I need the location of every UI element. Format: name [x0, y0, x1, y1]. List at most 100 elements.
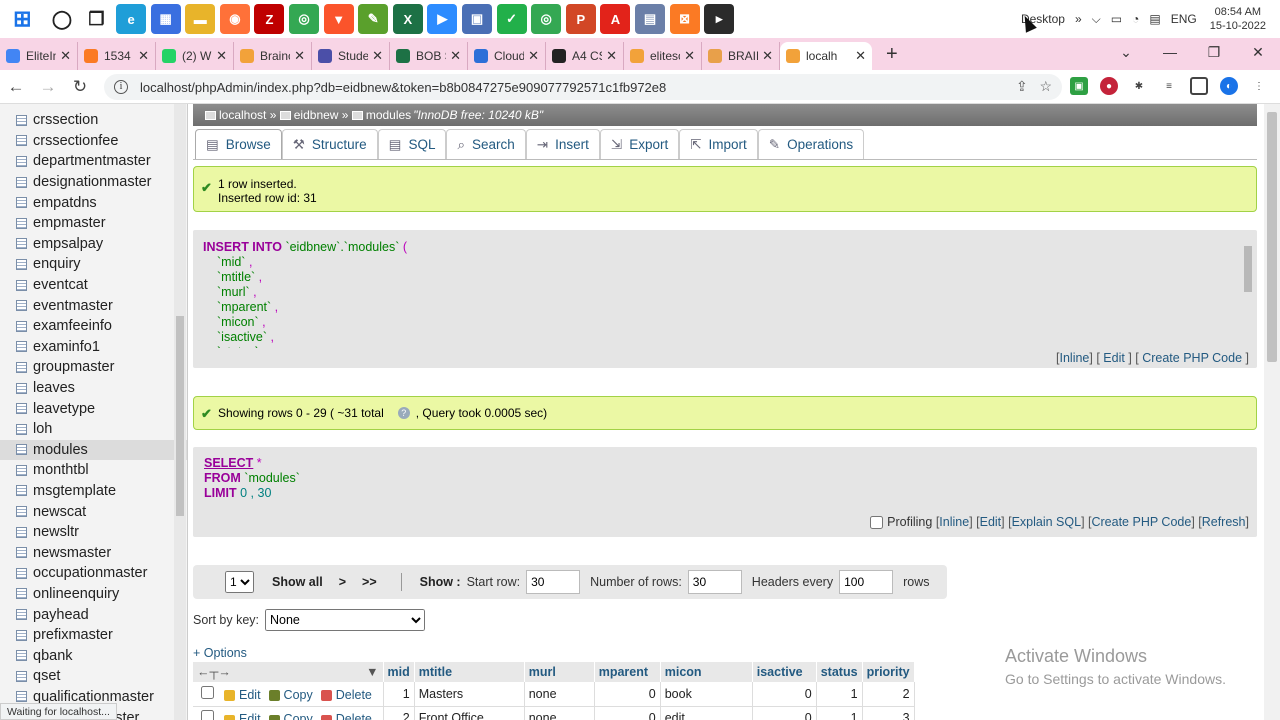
column-header-murl[interactable]: murl	[524, 662, 595, 682]
sidebar-table-item[interactable]: empsalpay	[0, 234, 187, 255]
firefox-icon[interactable]: ◉	[219, 4, 250, 34]
sidebar-table-item[interactable]: groupmaster	[0, 357, 187, 378]
tab-insert[interactable]: ⇥ Insert	[525, 129, 600, 159]
edit-query-link[interactable]: Edit	[1103, 351, 1125, 365]
row-delete-link[interactable]: Delete	[336, 712, 372, 720]
sort-arrows-header[interactable]: ←┬→ ▼	[193, 662, 384, 682]
sidebar-table-item[interactable]: qbank	[0, 645, 187, 666]
back-arrow-icon[interactable]: ←	[0, 77, 32, 97]
minimize-icon[interactable]: —	[1148, 44, 1192, 60]
column-header-mtitle[interactable]: mtitle	[414, 662, 525, 682]
url-text[interactable]: localhost/phpAdmin/index.php?db=eidbnew&…	[140, 80, 666, 95]
chrome-icon[interactable]: ◎	[531, 4, 562, 34]
kebab-menu-icon[interactable]: ⋮	[1250, 77, 1268, 95]
edge-icon[interactable]: e	[116, 4, 147, 34]
sidebar-table-item[interactable]: newsltr	[0, 522, 187, 543]
page-scroll-thumb[interactable]	[1267, 112, 1277, 362]
browser-tab[interactable]: 1534 ✕	[78, 42, 156, 70]
table-icon[interactable]	[16, 320, 27, 332]
sidebar-table-item[interactable]: leaves	[0, 378, 187, 399]
sidebar-table-label[interactable]: eventmaster	[33, 298, 113, 314]
windows-logo-icon[interactable]: ⊞	[2, 4, 42, 34]
explain-sql-link[interactable]: Explain SQL	[1012, 515, 1081, 529]
browser-tab[interactable]: A4 CSS ✕	[546, 42, 624, 70]
pencil-icon[interactable]	[224, 714, 235, 720]
sidebar-table-item[interactable]: newsmaster	[0, 542, 187, 563]
sidebar-table-label[interactable]: qset	[33, 668, 60, 684]
column-header-mid[interactable]: mid	[383, 662, 415, 682]
brave-icon[interactable]: ▼	[323, 4, 354, 34]
sidebar-table-item[interactable]: examinfo1	[0, 337, 187, 358]
tab-close-icon[interactable]: ✕	[450, 48, 461, 64]
browser-tab[interactable]: Brainc ✕	[234, 42, 312, 70]
excel-icon[interactable]: X	[392, 4, 423, 34]
column-header-status[interactable]: status	[816, 662, 863, 682]
sidebar-table-label[interactable]: monthtbl	[33, 462, 89, 478]
tab-close-icon[interactable]: ✕	[528, 48, 539, 64]
sidebar-table-item[interactable]: loh	[0, 419, 187, 440]
battery-icon[interactable]: ▭	[1111, 12, 1122, 26]
sidebar-table-label[interactable]: examinfo1	[33, 339, 100, 355]
sidebar-table-label[interactable]: occupationmaster	[33, 565, 147, 581]
sidebar-table-item[interactable]: empatdns	[0, 192, 187, 213]
store-icon[interactable]: ▦	[150, 4, 181, 34]
browser-tab[interactable]: Cloud ✕	[468, 42, 546, 70]
media-control-icon[interactable]: ≡	[1160, 77, 1178, 95]
camtasia-icon[interactable]: ✓	[496, 4, 527, 34]
create-php-code-link-2[interactable]: Create PHP Code	[1091, 515, 1191, 529]
tab-sql[interactable]: ▤ SQL	[377, 129, 447, 159]
browser-tab[interactable]: Studer ✕	[312, 42, 390, 70]
filezilla-icon[interactable]: Z	[254, 4, 285, 34]
chrome-icon[interactable]: ◎	[289, 4, 320, 34]
sidebar-table-label[interactable]: onlineenquiry	[33, 586, 119, 602]
message-icon[interactable]: ▤	[1149, 12, 1160, 26]
table-icon[interactable]	[16, 485, 27, 497]
profiling-checkbox[interactable]	[870, 515, 884, 529]
table-icon[interactable]	[16, 258, 27, 270]
page-scrollbar[interactable]	[1264, 104, 1280, 720]
sidebar-table-label[interactable]: examfeeinfo	[33, 318, 112, 334]
inline-edit-link-2[interactable]: Inline	[939, 515, 969, 529]
table-icon[interactable]	[16, 506, 27, 518]
sidebar-table-label[interactable]: prefixmaster	[33, 627, 113, 643]
sidebar-table-label[interactable]: empsalpay	[33, 236, 103, 252]
table-icon[interactable]	[16, 526, 27, 538]
delete-icon[interactable]	[320, 690, 332, 702]
last-page-button[interactable]: >>	[362, 575, 377, 589]
sidebar-table-label[interactable]: qbank	[33, 648, 73, 664]
sidebar-table-label[interactable]: empatdns	[33, 195, 97, 211]
tab-close-icon[interactable]: ✕	[684, 48, 695, 64]
tab-close-icon[interactable]: ✕	[294, 48, 305, 64]
extensions-puzzle-icon[interactable]: ✱	[1130, 77, 1148, 95]
copy-icon[interactable]	[268, 714, 280, 720]
sidebar-table-label[interactable]: msgtemplate	[33, 483, 116, 499]
tab-import[interactable]: ⇱ Import	[679, 129, 758, 159]
wifi-icon[interactable]: ◔	[1132, 12, 1139, 26]
zoom-icon[interactable]: ▶	[427, 4, 458, 34]
sidebar-table-label[interactable]: designationmaster	[33, 174, 152, 190]
forward-arrow-icon[interactable]: →	[32, 77, 64, 97]
address-bar[interactable]: i localhost/phpAdmin/index.php?db=eidbne…	[104, 74, 1062, 100]
tab-close-icon[interactable]: ✕	[606, 48, 617, 64]
table-icon[interactable]	[16, 135, 27, 147]
sidebar-table-item[interactable]: departmentmaster	[0, 151, 187, 172]
sidebar-scroll-thumb[interactable]	[176, 316, 184, 516]
edit-query-link-2[interactable]: Edit	[980, 515, 1002, 529]
reload-icon[interactable]: ↻	[64, 77, 96, 97]
sidebar-table-item[interactable]: examfeeinfo	[0, 316, 187, 337]
tab-search-icon[interactable]: ⌄	[1104, 44, 1148, 61]
folder-icon[interactable]: ▬	[185, 4, 216, 34]
tab-operations[interactable]: ✎ Operations	[757, 129, 865, 159]
table-icon[interactable]	[16, 341, 27, 353]
sidebar-table-item[interactable]: monthtbl	[0, 460, 187, 481]
xampp-icon[interactable]: ⊠	[669, 4, 700, 34]
share-and-bookmark-icons[interactable]: ⇪ ☆	[1016, 78, 1052, 95]
extension-red-icon[interactable]: ●	[1100, 77, 1118, 95]
table-icon[interactable]	[16, 238, 27, 250]
sidebar-table-label[interactable]: groupmaster	[33, 359, 114, 375]
table-icon[interactable]	[16, 567, 27, 579]
sidebar-table-item[interactable]: onlineenquiry	[0, 584, 187, 605]
column-header-isactive[interactable]: isactive	[752, 662, 817, 682]
table-icon[interactable]	[16, 464, 27, 476]
sidebar-table-item[interactable]: designationmaster	[0, 172, 187, 193]
